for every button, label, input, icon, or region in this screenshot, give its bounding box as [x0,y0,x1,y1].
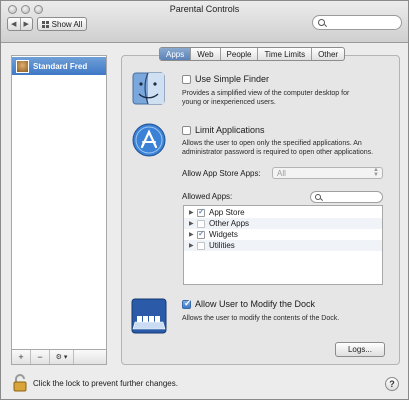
user-name: Standard Fred [33,61,88,71]
user-sidebar: Standard Fred + − ⚙ ▾ [11,55,107,365]
modify-dock-description: Allows the user to modify the contents o… [182,315,340,322]
limit-applications-checkbox[interactable] [182,126,191,135]
search-icon [318,19,325,26]
tab-other[interactable]: Other [312,48,344,60]
tab-web[interactable]: Web [191,48,221,60]
disclosure-triangle-icon[interactable]: ▶ [189,209,197,216]
simple-finder-label: Use Simple Finder [195,74,270,84]
add-user-button[interactable]: + [12,350,31,364]
logs-button-label: Logs... [347,345,372,354]
dock-icon [131,298,167,334]
search-icon [315,194,321,200]
disclosure-triangle-icon[interactable]: ▶ [189,242,197,249]
allow-app-store-label: Allow App Store Apps: [182,169,261,178]
tab-people[interactable]: People [221,48,259,60]
disclosure-triangle-icon[interactable]: ▶ [189,231,197,238]
remove-user-button[interactable]: − [31,350,50,364]
app-checkbox[interactable] [197,229,205,239]
gear-icon[interactable]: ⚙ ▾ [50,350,74,364]
parental-controls-window: Parental Controls ◀ ▶ Show All Standard … [0,0,409,400]
allowed-apps-search[interactable] [310,191,383,203]
window-title: Parental Controls [169,4,240,14]
list-item[interactable]: ▶ Widgets [184,229,382,240]
app-store-popup-value: All [277,168,286,178]
chevron-right-icon[interactable]: ▶ [19,18,33,30]
app-name: Other Apps [209,219,250,228]
sidebar-toolbar: + − ⚙ ▾ [12,349,106,364]
allowed-apps-list: ▶ App Store ▶ Other Apps ▶ Widgets ▶ Uti… [183,205,383,285]
tab-bar: Apps Web People Time Limits Other [159,47,346,61]
logs-button[interactable]: Logs... [335,342,385,357]
disclosure-triangle-icon[interactable]: ▶ [189,220,197,227]
tab-apps[interactable]: Apps [160,48,192,60]
show-all-label: Show All [51,19,83,29]
help-label: ? [389,379,395,389]
title-bar: Parental Controls ◀ ▶ Show All [1,1,408,43]
app-checkbox[interactable] [197,207,205,217]
modify-dock-label: Allow User to Modify the Dock [195,299,316,309]
app-name: Widgets [209,230,238,239]
list-item[interactable]: ▶ Utilities [184,240,382,251]
app-store-icon [132,123,166,157]
simple-finder-description-2: young or inexperienced users. [182,99,276,106]
finder-icon [132,72,165,105]
back-forward-control: ◀ ▶ [7,17,33,31]
avatar [16,59,29,73]
lock-bar: Click the lock to prevent further change… [11,374,401,394]
lock-icon[interactable] [13,374,27,392]
show-all-button[interactable]: Show All [37,17,87,31]
chevron-left-icon[interactable]: ◀ [8,18,20,30]
limit-applications-label: Limit Applications [195,125,265,135]
app-store-popup[interactable]: All ▲ ▼ [272,167,383,179]
app-checkbox[interactable] [197,219,205,228]
help-button[interactable]: ? [385,377,399,391]
app-name: App Store [209,208,245,217]
allowed-apps-label: Allowed Apps: [182,192,233,201]
modify-dock-checkbox[interactable] [182,298,192,309]
grid-icon [41,20,49,28]
app-checkbox[interactable] [197,241,205,250]
user-list-item[interactable]: Standard Fred [12,57,106,75]
limit-applications-description-2: administrator password is required to op… [182,149,374,156]
search-field[interactable] [312,15,402,30]
simple-finder-description-1: Provides a simplified view of the comput… [182,90,350,97]
list-item[interactable]: ▶ App Store [184,207,382,218]
tab-time-limits[interactable]: Time Limits [258,48,313,60]
limit-applications-description-1: Allows the user to open only the specifi… [182,140,362,147]
list-item[interactable]: ▶ Other Apps [184,218,382,229]
popup-arrows-icon: ▲ ▼ [373,167,379,178]
lock-text: Click the lock to prevent further change… [33,379,178,388]
app-name: Utilities [209,241,235,250]
simple-finder-checkbox[interactable] [182,75,191,84]
